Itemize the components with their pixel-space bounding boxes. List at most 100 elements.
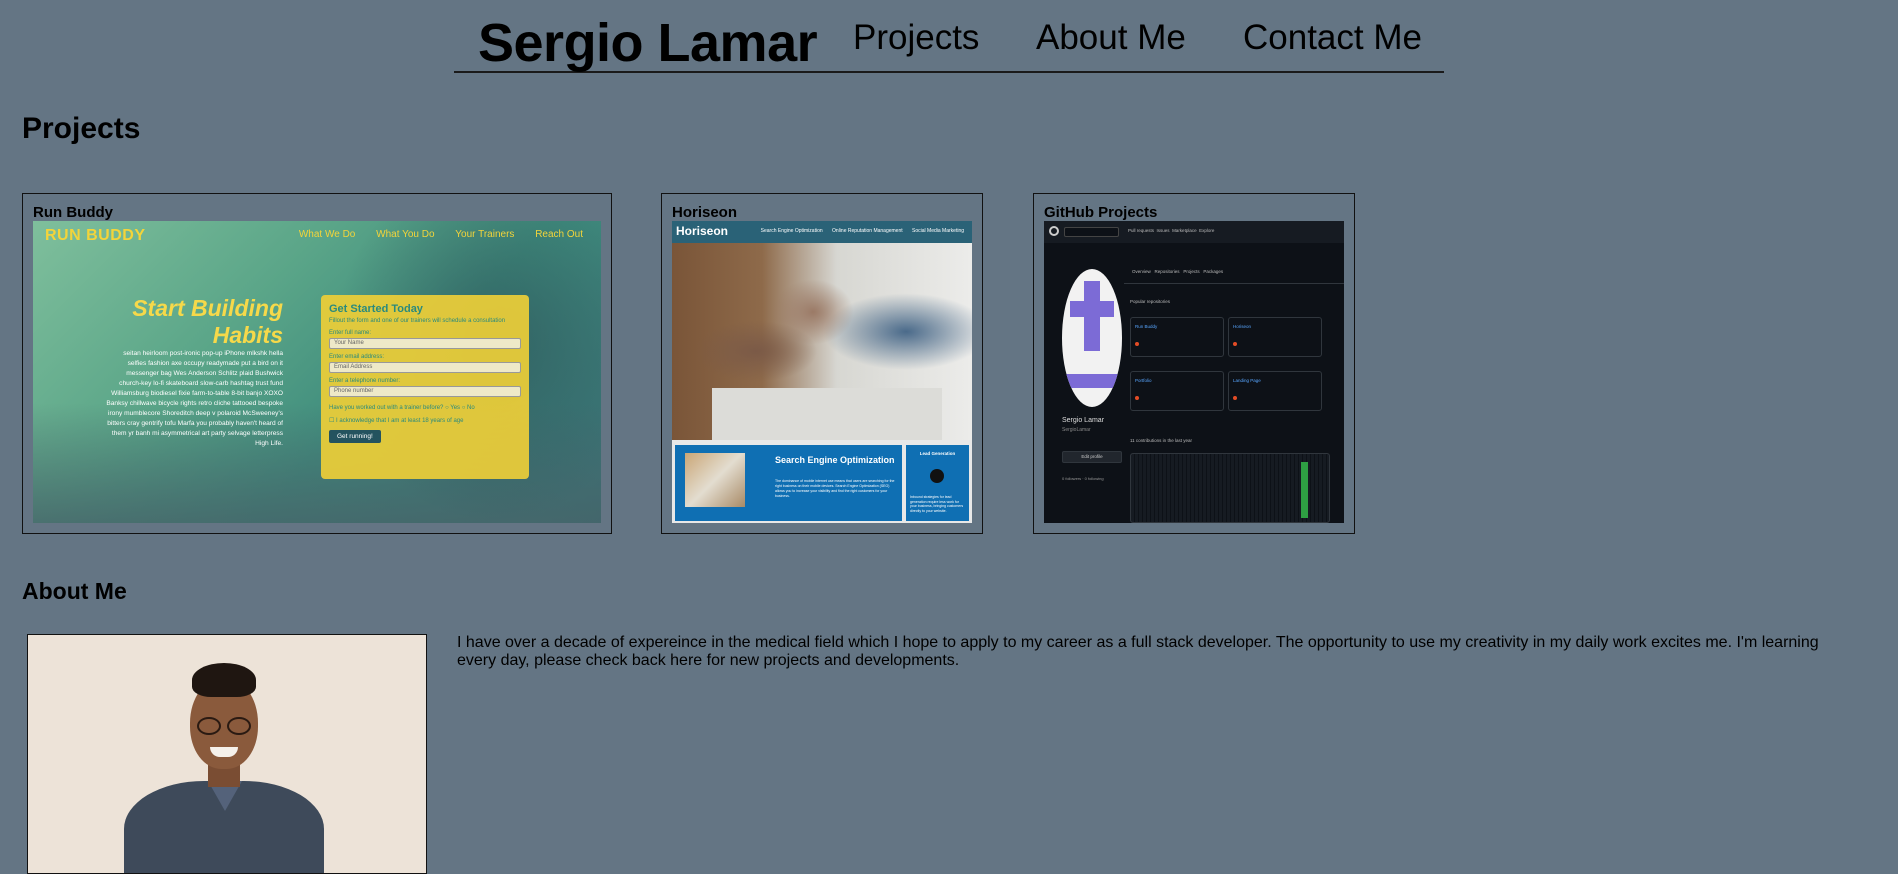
preview-nav-item: What We Do [298,229,356,240]
preview-lead-text: Inbound strategies for lead generation r… [910,495,964,513]
preview-tab: Repositories [1154,269,1180,274]
preview-follow-stats: 0 followers · 0 following [1062,476,1104,481]
language-dot-icon [1233,342,1237,346]
preview-hero-line: Habits [212,322,283,348]
preview-repo-name: Landing Page [1233,378,1261,383]
preview-seo-section: Search Engine Optimization The dominance… [675,445,902,521]
language-dot-icon [1135,396,1139,400]
language-dot-icon [1135,342,1139,346]
preview-form-checkbox: ☐ I acknowledge that I am at least 18 ye… [329,418,464,424]
preview-form-checkbox-label: I acknowledge that I am at least 18 year… [336,418,464,424]
preview-repo-card: Horiseon [1228,317,1322,357]
avatar-identicon [1070,301,1114,317]
about-heading: About Me [22,578,127,604]
nav-link-projects[interactable]: Projects [853,18,979,58]
contribution-cells [1301,462,1308,518]
project-title: GitHub Projects [1044,204,1158,221]
preview-nav: Search Engine Optimization Online Reputa… [753,228,964,234]
preview-contributions-label: 11 contributions in the last year [1130,438,1192,443]
site-header: Sergio Lamar Projects About Me Contact M… [454,0,1444,73]
avatar [1062,269,1122,407]
preview-form-label: Enter full name: [329,330,372,336]
meeting-table [712,388,942,440]
language-dot-icon [1233,396,1237,400]
preview-form-title: Get Started Today [329,303,423,315]
project-screenshot-run-buddy[interactable]: RUN BUDDY What We Do What You Do Your Tr… [33,221,601,523]
photo-hair [192,663,256,697]
preview-nav-item: Explore [1199,228,1215,233]
project-title: Run Buddy [33,204,113,221]
preview-logo: RUN BUDDY [45,227,146,244]
project-card-horiseon[interactable]: Horiseon Horiseon Search Engine Optimiza… [661,193,983,534]
preview-edit-profile-button: Edit profile [1062,451,1122,463]
preview-repo-name: Run Buddy [1135,324,1158,329]
preview-nav-item: Reach Out [535,229,583,240]
preview-lead-generation: Lead Generation Inbound strategies for l… [906,445,969,521]
preview-form-label: Enter a telephone number: [329,378,401,384]
preview-form-input: Email Address [329,362,521,373]
preview-form-radio-group: Have you worked out with a trainer befor… [329,405,475,411]
preview-form-radio-question: Have you worked out with a trainer befor… [329,405,444,411]
preview-lead-title: Lead Generation [919,451,956,456]
preview-repo-name: Portfolio [1135,378,1152,383]
preview-profile-handle: SergioLamar [1062,427,1091,433]
preview-hero-text: seitan heirloom post-ironic pop-up iPhon… [106,350,283,447]
preview-form-label: Enter email address: [329,354,385,360]
preview-hero-heading: Start Building Habits [113,295,283,349]
preview-nav-item: Issues [1156,228,1170,233]
avatar-identicon [1062,374,1122,388]
glasses-icon [197,717,221,735]
preview-form-input: Your Name [329,338,521,349]
preview-header: Horiseon Search Engine Optimization Onli… [672,221,972,243]
project-card-github-projects[interactable]: GitHub Projects Pull requests Issues Mar… [1033,193,1355,534]
preview-nav: What We Do What You Do Your Trainers Rea… [281,229,583,240]
preview-nav: Pull requests Issues Marketplace Explore [1128,228,1214,233]
preview-form-radio-yes: Yes [450,405,461,411]
profile-photo [27,634,427,874]
preview-nav-item: Your Trainers [455,229,515,240]
preview-header: Pull requests Issues Marketplace Explore [1044,221,1344,243]
projects-heading: Projects [22,112,141,145]
preview-search [1064,227,1119,237]
preview-repo-card: Run Buddy [1130,317,1224,357]
preview-repo-name: Horiseon [1233,324,1252,329]
project-screenshot-horiseon[interactable]: Horiseon Search Engine Optimization Onli… [672,221,972,523]
preview-tab: Overview [1132,269,1151,274]
preview-seo-title: Search Engine Optimization [775,455,895,465]
preview-hero-line: Start Building [132,295,283,321]
preview-hero-image [672,243,972,440]
preview-nav-item: Social Media Marketing [912,228,964,234]
preview-seo-text: The dominance of mobile internet use mea… [775,479,895,498]
preview-form-subtitle: Fillout the form and one of our trainers… [329,318,506,324]
project-title: Horiseon [672,204,738,221]
project-screenshot-github[interactable]: Pull requests Issues Marketplace Explore… [1044,221,1344,523]
preview-tabs: Overview Repositories Projects Packages [1132,269,1223,274]
preview-form-radio-no: No [467,405,475,411]
preview-contribution-graph [1130,453,1330,523]
github-icon [1049,226,1059,236]
preview-pinned-label: Popular repositories [1130,299,1171,304]
preview-nav-item: Online Reputation Management [832,228,903,234]
lead-icon [930,469,944,483]
preview-repo-card: Portfolio [1130,371,1224,411]
divider [1124,283,1344,284]
preview-repo-card: Landing Page [1228,371,1322,411]
preview-seo-image [685,453,745,507]
preview-form-input: Phone number [329,386,521,397]
preview-logo: Horiseon [676,224,729,238]
project-card-run-buddy[interactable]: Run Buddy RUN BUDDY What We Do What You … [22,193,612,534]
preview-profile-name: Sergio Lamar [1062,417,1105,424]
nav-link-about-me[interactable]: About Me [1036,18,1186,58]
preview-tab: Packages [1203,269,1224,274]
preview-nav-item: What You Do [376,229,435,240]
preview-nav-item: Pull requests [1128,228,1155,233]
preview-signup-form: Get Started Today Fillout the form and o… [321,295,529,479]
glasses-icon [227,717,251,735]
preview-form-button: Get running! [329,430,381,443]
preview-tab: Projects [1183,269,1200,274]
preview-nav-item: Search Engine Optimization [760,228,823,234]
nav-link-contact-me[interactable]: Contact Me [1243,18,1422,58]
site-title: Sergio Lamar [478,13,818,73]
preview-nav-item: Marketplace [1172,228,1197,233]
about-text: I have over a decade of expereince in th… [457,634,1819,669]
